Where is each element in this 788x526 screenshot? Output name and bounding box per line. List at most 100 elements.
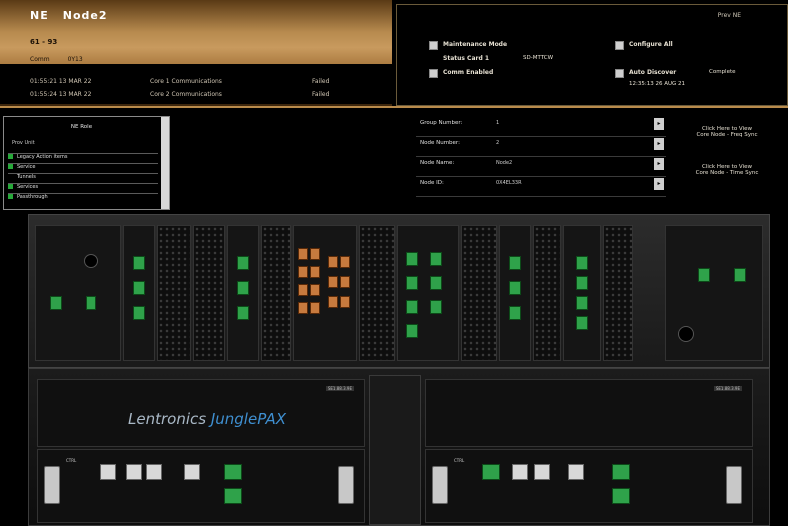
port-icon xyxy=(224,464,242,480)
io-terminal-card[interactable] xyxy=(293,225,357,361)
blank-filler xyxy=(533,225,561,361)
event-row[interactable]: 01:55:21 13 MAR 22 Core 1 Communications… xyxy=(30,78,370,87)
port-icon xyxy=(133,256,145,270)
line-card-2[interactable] xyxy=(227,225,259,361)
terminal-icon xyxy=(340,276,350,288)
group-number-stepper[interactable]: ▸ xyxy=(654,118,664,130)
list-item[interactable]: Tunnels xyxy=(8,173,158,183)
controller-left[interactable]: CTRL xyxy=(37,449,365,523)
node-id-stepper[interactable]: ▸ xyxy=(654,178,664,190)
port-icon xyxy=(576,276,588,290)
group-number-value: 1 xyxy=(496,120,500,126)
maintenance-mode-checkbox[interactable] xyxy=(429,41,438,50)
comm-enabled-checkbox[interactable] xyxy=(429,69,438,78)
line-card-4[interactable] xyxy=(499,225,531,361)
node-subtitle: 61 - 93 xyxy=(30,38,58,46)
power-module-right[interactable] xyxy=(665,225,763,361)
power-module-left[interactable] xyxy=(35,225,121,361)
port-icon xyxy=(430,252,442,266)
port-icon xyxy=(509,281,521,295)
link-line2: Core Node - Time Sync xyxy=(695,170,759,176)
terminal-icon xyxy=(310,248,320,260)
ne-list-title: NE Role xyxy=(70,124,93,130)
port-icon xyxy=(133,306,145,320)
auto-discover-checkbox[interactable] xyxy=(615,69,624,78)
center-divider xyxy=(369,375,421,525)
blank-filler xyxy=(461,225,497,361)
freq-sync-link[interactable]: Click Here to View Core Node - Freq Sync xyxy=(672,126,782,138)
event-desc: Core 2 Communications xyxy=(150,91,222,98)
node-name-stepper[interactable]: ▸ xyxy=(654,158,664,170)
status-indicator xyxy=(8,194,13,199)
list-item[interactable]: Services xyxy=(8,183,158,193)
port-icon xyxy=(184,464,200,480)
handle-icon[interactable] xyxy=(44,466,60,504)
port-icon xyxy=(430,276,442,290)
comm-enabled-label: Comm Enabled xyxy=(443,69,494,76)
port-icon xyxy=(612,488,630,504)
port-icon xyxy=(237,256,249,270)
event-status: Failed xyxy=(312,78,330,85)
line-card-1[interactable] xyxy=(123,225,155,361)
shelf-tag-left: SE1.88.3.9E xyxy=(325,386,354,391)
list-item[interactable]: Passthrough xyxy=(8,193,158,203)
status-panel: Prev NE Maintenance Mode Status Card 1 S… xyxy=(396,4,788,106)
port-icon xyxy=(576,296,588,310)
front-panel-left: SE1.88.3.9E Lentronics JunglePAX xyxy=(37,379,365,447)
blank-filler xyxy=(261,225,291,361)
terminal-icon xyxy=(328,256,338,268)
controller-right[interactable]: CTRL xyxy=(425,449,753,523)
ne-label: NE xyxy=(30,9,49,22)
port-icon xyxy=(133,281,145,295)
port-icon xyxy=(406,300,418,314)
status-card-value: SD-MTTCW xyxy=(523,55,554,61)
terminal-icon xyxy=(328,296,338,308)
port-icon xyxy=(146,464,162,480)
ctrl-label-right: CTRL xyxy=(454,458,465,463)
node-number-row: Node Number: 2 ▸ xyxy=(416,136,666,157)
node-title: NE Node2 xyxy=(30,9,108,22)
handle-icon[interactable] xyxy=(432,466,448,504)
terminal-icon xyxy=(340,296,350,308)
line-card-3[interactable] xyxy=(397,225,459,361)
prev-ne-button[interactable]: Prev NE xyxy=(718,12,741,19)
divider xyxy=(0,106,788,108)
cabinet-row: Comm 0Y13 xyxy=(30,56,83,63)
handle-icon[interactable] xyxy=(338,466,354,504)
connector-icon xyxy=(734,268,746,282)
time-sync-link[interactable]: Click Here to View Core Node - Time Sync xyxy=(672,164,782,176)
front-panel-right: SE1.88.3.9E xyxy=(425,379,753,447)
node-number-label: Node Number: xyxy=(420,140,460,146)
group-number-row: Group Number: 1 ▸ xyxy=(416,116,666,137)
node-number-stepper[interactable]: ▸ xyxy=(654,138,664,150)
port-icon xyxy=(576,316,588,330)
list-item[interactable]: Legacy Action items xyxy=(8,153,158,163)
status-card-label: Status Card 1 xyxy=(443,55,490,62)
port-icon xyxy=(237,306,249,320)
node-name-label: Node Name: xyxy=(420,160,455,166)
port-icon xyxy=(126,464,142,480)
terminal-icon xyxy=(298,266,308,278)
connector-icon xyxy=(50,296,62,310)
list-item[interactable]: Service xyxy=(8,163,158,173)
port-icon xyxy=(534,464,550,480)
terminal-icon xyxy=(340,256,350,268)
node-name-value[interactable]: Node2 xyxy=(496,160,512,166)
event-row[interactable]: 01:55:24 13 MAR 22 Core 2 Communications… xyxy=(30,91,370,100)
knob-icon xyxy=(678,326,694,342)
line-card-5[interactable] xyxy=(563,225,601,361)
handle-icon[interactable] xyxy=(726,466,742,504)
auto-discover-label: Auto Discover xyxy=(629,69,677,76)
blank-filler xyxy=(193,225,225,361)
ctrl-label-left: CTRL xyxy=(66,458,77,463)
blank-filler xyxy=(359,225,395,361)
event-log: 01:55:21 13 MAR 22 Core 1 Communications… xyxy=(0,64,392,104)
knob-icon xyxy=(84,254,98,268)
port-icon xyxy=(406,252,418,266)
terminal-icon xyxy=(328,276,338,288)
brand-name: Lentronics xyxy=(128,410,207,428)
configure-all-checkbox[interactable] xyxy=(615,41,624,50)
scrollbar[interactable] xyxy=(161,117,169,209)
port-icon xyxy=(406,324,418,338)
terminal-icon xyxy=(298,284,308,296)
